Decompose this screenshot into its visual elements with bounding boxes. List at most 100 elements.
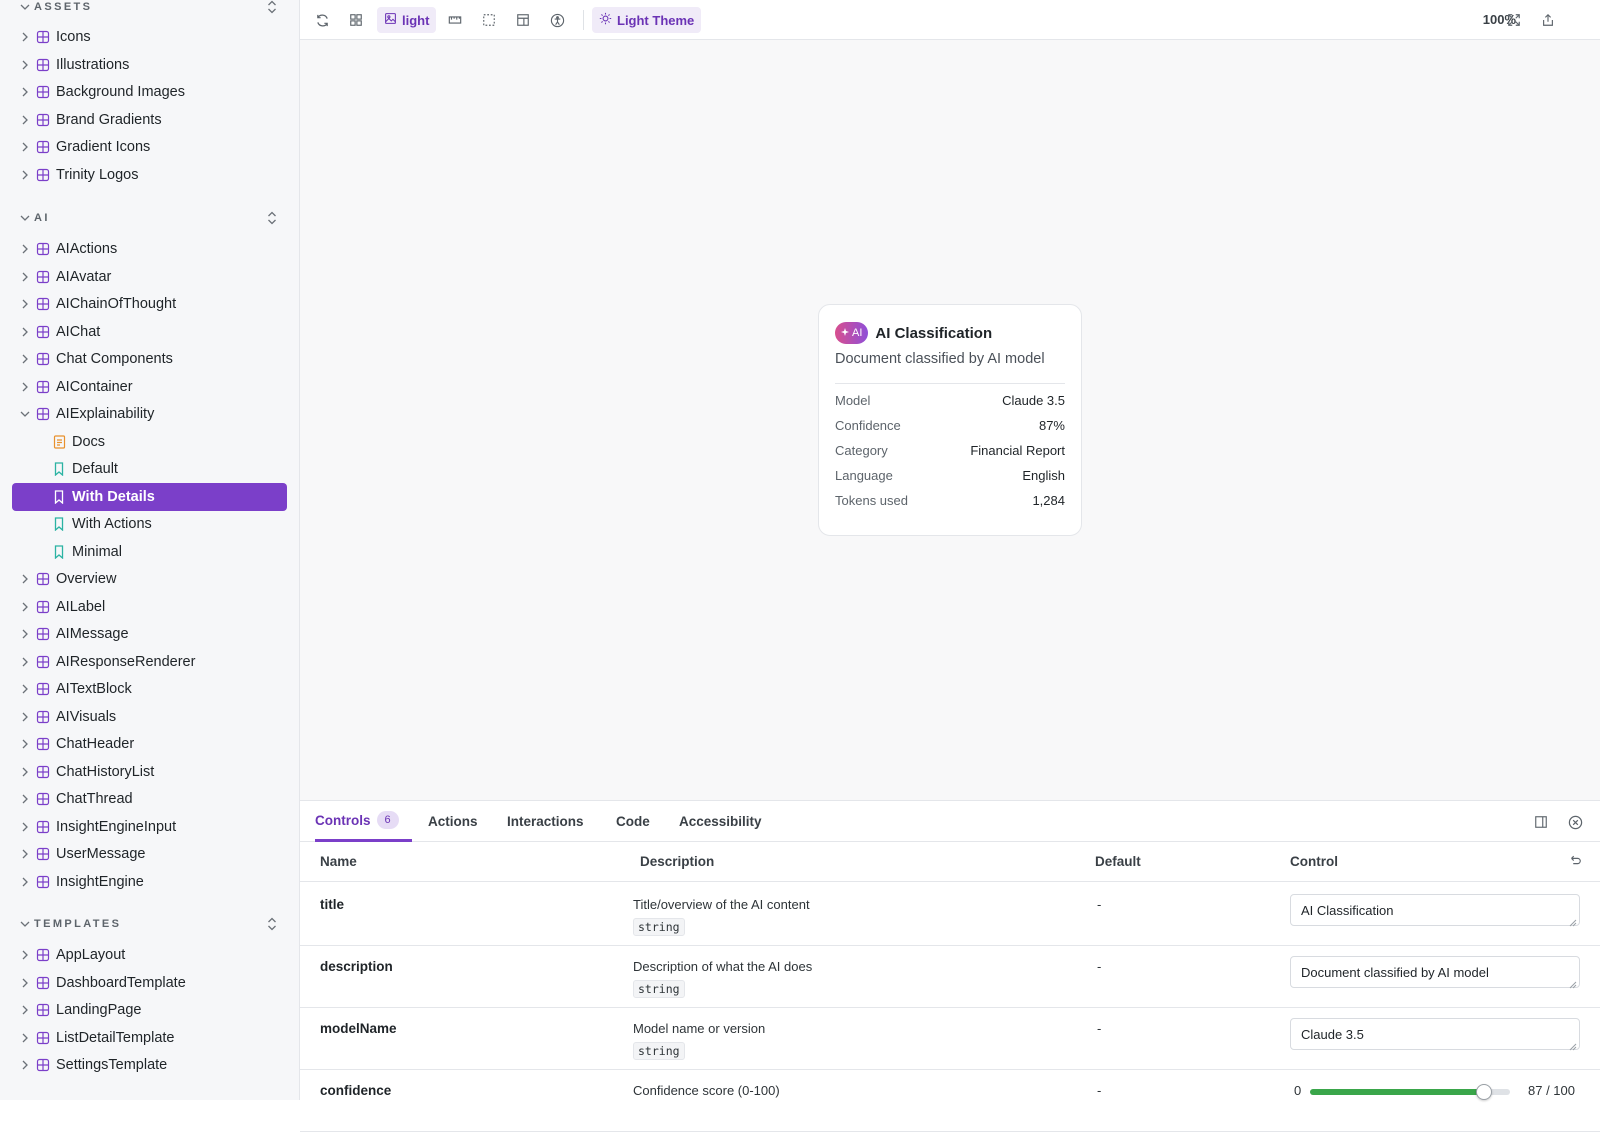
tab-code[interactable]: Code xyxy=(616,801,650,842)
chevron-right-icon[interactable] xyxy=(18,113,32,127)
sidebar-item-overview[interactable]: Overview xyxy=(12,565,287,593)
sidebar-section-ai[interactable]: AI xyxy=(0,206,299,230)
tab-interactions[interactable]: Interactions xyxy=(507,801,584,842)
sidebar-item-aivisuals[interactable]: AIVisuals xyxy=(12,703,287,731)
chevron-right-icon[interactable] xyxy=(18,710,32,724)
sidebar-item-trinity-logos[interactable]: Trinity Logos xyxy=(12,161,287,189)
chevron-right-icon[interactable] xyxy=(18,1031,32,1045)
sidebar-story-with-actions[interactable]: With Actions xyxy=(12,510,287,538)
chevron-right-icon[interactable] xyxy=(18,737,32,751)
sidebar-item-aicontainer[interactable]: AIContainer xyxy=(12,373,287,401)
sidebar-item-gradient-icons[interactable]: Gradient Icons xyxy=(12,133,287,161)
chevron-right-icon[interactable] xyxy=(18,820,32,834)
sidebar-story-with-details[interactable]: With Details xyxy=(12,482,287,511)
slider-track[interactable] xyxy=(1310,1084,1510,1100)
sidebar-item-brand-gradients[interactable]: Brand Gradients xyxy=(12,106,287,134)
chevron-right-icon[interactable] xyxy=(18,85,32,99)
sidebar-item-insightengine[interactable]: InsightEngine xyxy=(12,868,287,896)
expand-collapse-icon[interactable] xyxy=(262,0,282,17)
share-icon[interactable] xyxy=(1535,7,1561,33)
chevron-right-icon[interactable] xyxy=(18,682,32,696)
sidebar-item-aiactions[interactable]: AIActions xyxy=(12,235,287,263)
tab-controls[interactable]: Controls 6 xyxy=(315,801,412,842)
sidebar-item-chatheader[interactable]: ChatHeader xyxy=(12,730,287,758)
expand-collapse-icon[interactable] xyxy=(262,208,282,228)
chevron-right-icon[interactable] xyxy=(18,380,32,394)
chevron-right-icon[interactable] xyxy=(18,242,32,256)
tab-accessibility[interactable]: Accessibility xyxy=(679,801,762,842)
sidebar-item-aitextblock[interactable]: AITextBlock xyxy=(12,675,287,703)
chevron-right-icon[interactable] xyxy=(18,948,32,962)
card-divider xyxy=(835,383,1065,384)
sidebar-section-assets[interactable]: ASSETS xyxy=(0,0,299,19)
confidence-slider[interactable]: 0 87 / 100 xyxy=(1294,1083,1584,1101)
panel-orientation-icon[interactable] xyxy=(1532,813,1550,831)
title-input[interactable]: AI Classification xyxy=(1290,894,1580,927)
chevron-right-icon[interactable] xyxy=(18,600,32,614)
tab-actions[interactable]: Actions xyxy=(428,801,478,842)
chevron-right-icon[interactable] xyxy=(18,627,32,641)
chevron-right-icon[interactable] xyxy=(18,655,32,669)
sidebar-item-aiavatar[interactable]: AIAvatar xyxy=(12,263,287,291)
reload-icon[interactable] xyxy=(309,7,335,33)
slider-thumb[interactable] xyxy=(1476,1084,1492,1100)
sidebar-item-aichainofthought[interactable]: AIChainOfThought xyxy=(12,290,287,318)
sidebar-item-settingstemplate[interactable]: SettingsTemplate xyxy=(12,1051,287,1079)
chevron-right-icon[interactable] xyxy=(18,1058,32,1072)
sidebar-item-dashboardtemplate[interactable]: DashboardTemplate xyxy=(12,969,287,997)
chevron-right-icon[interactable] xyxy=(18,976,32,990)
chevron-down-icon[interactable] xyxy=(18,407,32,421)
sidebar-item-insightengineinput[interactable]: InsightEngineInput xyxy=(12,813,287,841)
sidebar-item-aiexplainability[interactable]: AIExplainability xyxy=(12,400,287,428)
ruler-icon[interactable] xyxy=(442,7,468,33)
sidebar-section-templates[interactable]: TEMPLATES xyxy=(0,912,299,936)
accessibility-icon[interactable] xyxy=(544,7,570,33)
sidebar-item-icons[interactable]: Icons xyxy=(12,23,287,51)
sidebar-item-usermessage[interactable]: UserMessage xyxy=(12,840,287,868)
sidebar-item-label: DashboardTemplate xyxy=(56,974,186,991)
close-panel-icon[interactable] xyxy=(1566,813,1584,831)
chevron-right-icon[interactable] xyxy=(18,352,32,366)
outline-icon[interactable] xyxy=(476,7,502,33)
chevron-right-icon[interactable] xyxy=(18,875,32,889)
sidebar-story-minimal[interactable]: Minimal xyxy=(12,538,287,566)
description-input[interactable]: Document classified by AI model xyxy=(1290,956,1580,989)
sidebar-item-landingpage[interactable]: LandingPage xyxy=(12,996,287,1024)
chevron-right-icon[interactable] xyxy=(18,297,32,311)
modelName-input[interactable]: Claude 3.5 xyxy=(1290,1018,1580,1051)
sidebar-item-chat-components[interactable]: Chat Components xyxy=(12,345,287,373)
resize-handle-icon[interactable] xyxy=(1569,915,1577,927)
chevron-right-icon[interactable] xyxy=(18,168,32,182)
expand-collapse-icon[interactable] xyxy=(262,914,282,934)
chevron-right-icon[interactable] xyxy=(18,58,32,72)
sidebar-item-airesponserenderer[interactable]: AIResponseRenderer xyxy=(12,648,287,676)
sidebar-item-chathistorylist[interactable]: ChatHistoryList xyxy=(12,758,287,786)
chevron-right-icon[interactable] xyxy=(18,847,32,861)
sidebar-story-docs[interactable]: Docs xyxy=(12,428,287,456)
chevron-right-icon[interactable] xyxy=(18,765,32,779)
background-button[interactable]: light xyxy=(377,7,437,33)
chevron-right-icon[interactable] xyxy=(18,572,32,586)
theme-button[interactable]: Light Theme xyxy=(592,7,702,33)
measure-icon[interactable] xyxy=(510,7,536,33)
chevron-right-icon[interactable] xyxy=(18,30,32,44)
fullscreen-icon[interactable] xyxy=(1501,7,1527,33)
sidebar-item-illustrations[interactable]: Illustrations xyxy=(12,51,287,79)
sidebar-item-aimessage[interactable]: AIMessage xyxy=(12,620,287,648)
chevron-right-icon[interactable] xyxy=(18,270,32,284)
resize-handle-icon[interactable] xyxy=(1569,1039,1577,1051)
grid-icon[interactable] xyxy=(343,7,369,33)
sidebar-item-applayout[interactable]: AppLayout xyxy=(12,941,287,969)
chevron-right-icon[interactable] xyxy=(18,792,32,806)
chevron-right-icon[interactable] xyxy=(18,1003,32,1017)
sidebar-item-background-images[interactable]: Background Images xyxy=(12,78,287,106)
sidebar-story-default[interactable]: Default xyxy=(12,455,287,483)
sidebar-item-aichat[interactable]: AIChat xyxy=(12,318,287,346)
resize-handle-icon[interactable] xyxy=(1569,977,1577,989)
sidebar-item-chatthread[interactable]: ChatThread xyxy=(12,785,287,813)
sidebar-item-listdetailtemplate[interactable]: ListDetailTemplate xyxy=(12,1024,287,1052)
chevron-right-icon[interactable] xyxy=(18,325,32,339)
sidebar-item-ailabel[interactable]: AILabel xyxy=(12,593,287,621)
reset-controls-icon[interactable] xyxy=(1566,852,1584,870)
chevron-right-icon[interactable] xyxy=(18,140,32,154)
